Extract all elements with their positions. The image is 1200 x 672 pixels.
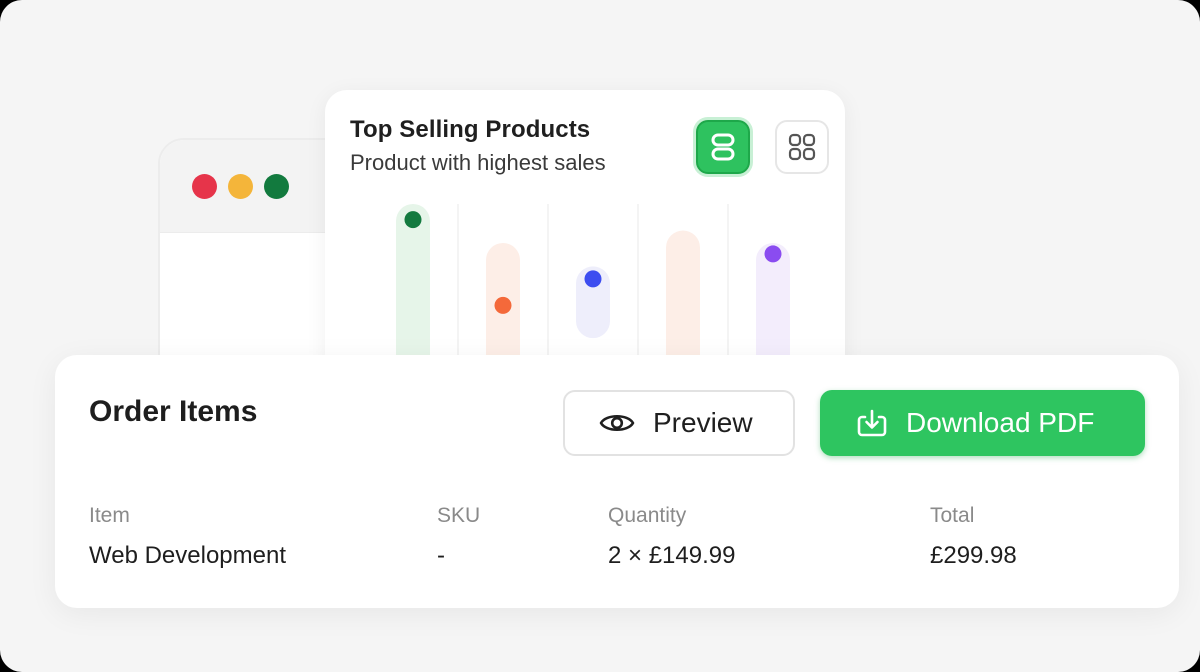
download-pdf-button[interactable]: Download PDF xyxy=(820,390,1145,456)
grid-icon xyxy=(788,133,816,161)
row-sku: - xyxy=(437,542,445,569)
column-header-item: Item xyxy=(89,504,130,527)
row-item: Web Development xyxy=(89,542,286,569)
row-total: £299.98 xyxy=(930,542,1017,569)
column-header-quantity: Quantity xyxy=(608,504,687,527)
column-header-sku: SKU xyxy=(437,504,481,527)
download-pdf-label: Download PDF xyxy=(906,407,1095,438)
canvas: Top Selling Products Product with highes… xyxy=(0,0,1200,672)
chart-point xyxy=(764,245,782,263)
window-maximize-dot[interactable] xyxy=(264,174,289,199)
list-view-button[interactable] xyxy=(696,120,750,174)
window-minimize-dot[interactable] xyxy=(228,174,253,199)
column-header-total: Total xyxy=(930,504,975,527)
chart-subtitle: Product with highest sales xyxy=(350,150,606,175)
preview-label: Preview xyxy=(653,407,753,438)
chart-point xyxy=(584,270,602,288)
preview-button[interactable]: Preview xyxy=(563,390,795,456)
stacked-rows-icon xyxy=(711,133,735,161)
chart-point xyxy=(404,211,422,229)
row-quantity: 2 × £149.99 xyxy=(608,542,736,569)
order-items-card: Order Items Preview Download PDF Item SK… xyxy=(55,355,1179,608)
grid-view-button[interactable] xyxy=(775,120,829,174)
chart-point xyxy=(494,296,512,314)
order-items-title: Order Items xyxy=(89,395,258,428)
chart-title: Top Selling Products xyxy=(350,116,591,143)
eye-icon xyxy=(599,414,635,432)
window-close-dot[interactable] xyxy=(192,174,217,199)
download-icon xyxy=(857,409,887,437)
